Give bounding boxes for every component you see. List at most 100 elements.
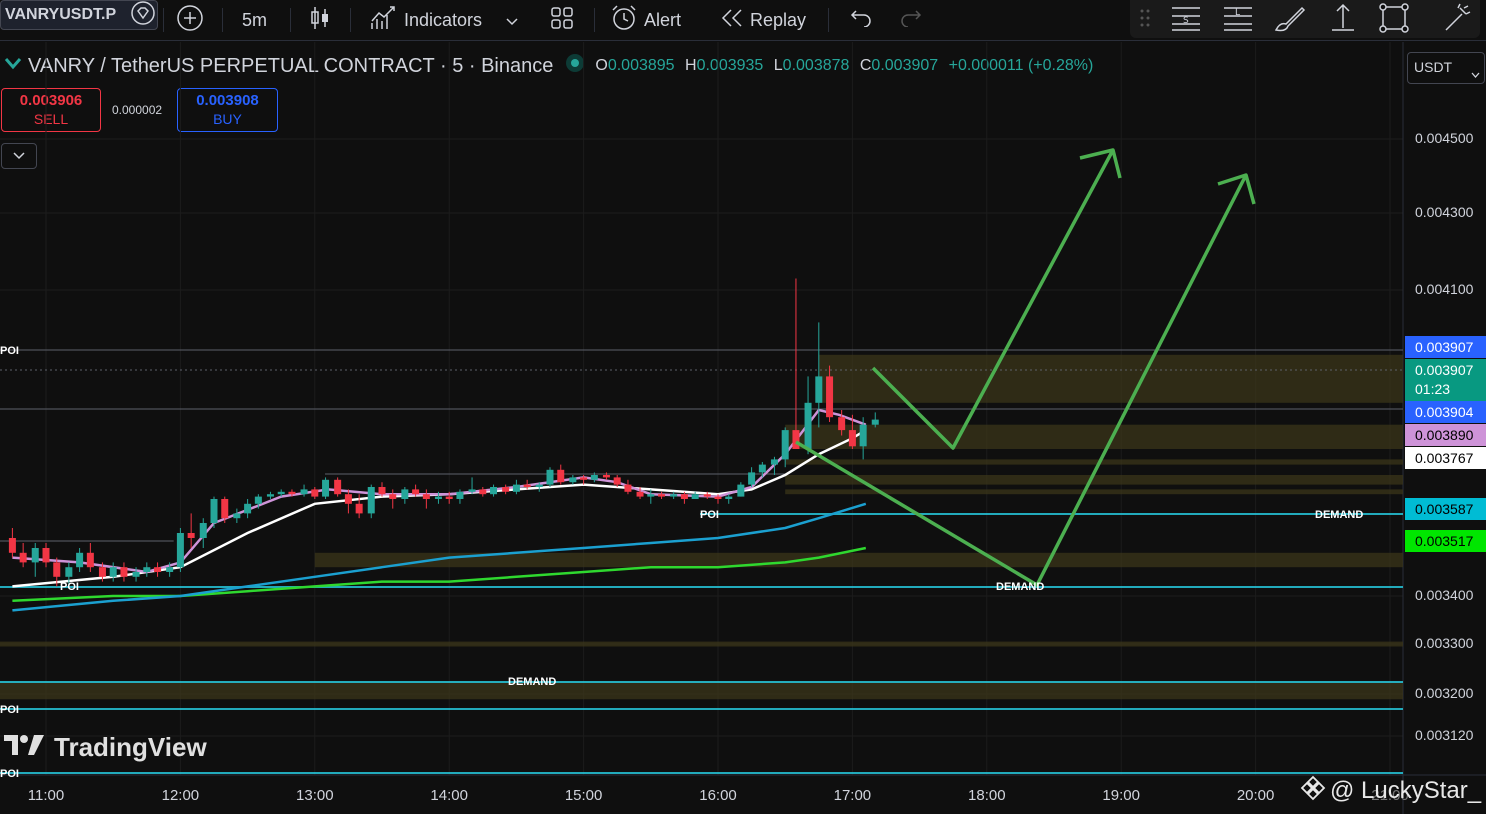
- chart-type-button[interactable]: [308, 0, 332, 40]
- candle-body: [703, 494, 711, 497]
- rectangle-icon[interactable]: [1378, 2, 1410, 39]
- candle-body: [479, 489, 487, 495]
- candle-body: [266, 494, 274, 497]
- projection-path-b: [795, 174, 1248, 587]
- arrowhead-b: [1217, 173, 1256, 205]
- ma-green-line: [12, 546, 867, 603]
- brush-icon[interactable]: [1274, 4, 1306, 37]
- author-signature: @ LuckyStar_: [1300, 775, 1481, 806]
- candle-body: [412, 489, 420, 495]
- price-tick-label: 0.004500: [1415, 130, 1474, 146]
- candle-body: [680, 494, 688, 499]
- currency-select[interactable]: USDT: [1407, 52, 1485, 84]
- zone-box: [818, 354, 1403, 403]
- buy-button[interactable]: 0.003908 BUY: [177, 88, 278, 132]
- rewind-icon: [720, 7, 744, 34]
- price-tick-label: 0.004100: [1415, 281, 1474, 297]
- ma-white-line: [12, 429, 867, 588]
- tradingview-watermark[interactable]: TradingView: [4, 732, 207, 763]
- sell-button[interactable]: 0.003906 SELL: [1, 88, 101, 132]
- indicators-button[interactable]: Indicators: [370, 0, 518, 40]
- candle-body: [300, 489, 308, 495]
- zone-box: [785, 459, 1403, 465]
- tradingview-logo-icon: [4, 733, 46, 762]
- zone-box: [785, 475, 1403, 485]
- chevron-down-icon: [1471, 65, 1480, 81]
- svg-text:L: L: [1235, 8, 1240, 18]
- interval-button[interactable]: 5m: [242, 0, 267, 40]
- undo-button[interactable]: [850, 0, 872, 40]
- candle-body: [120, 567, 128, 577]
- price-tag: 0.003767: [1405, 447, 1486, 469]
- alert-button[interactable]: Alert: [610, 0, 681, 40]
- candle-body: [748, 472, 756, 485]
- candle-body: [378, 487, 386, 495]
- anchor-line-icon[interactable]: [1328, 2, 1358, 39]
- candle-body: [288, 491, 296, 495]
- ma-pink-line: [12, 408, 867, 574]
- long-position-icon[interactable]: L: [1222, 4, 1254, 37]
- candles-icon: [308, 5, 332, 36]
- candle-body: [714, 496, 722, 499]
- candle-body: [569, 477, 577, 483]
- symbol-title[interactable]: VANRY / TetherUS PERPETUAL CONTRACT · 5 …: [28, 55, 553, 78]
- price-tag: 0.003517: [1405, 530, 1486, 552]
- candle-body: [176, 533, 184, 568]
- candle-body: [277, 491, 285, 495]
- symbol-search-box[interactable]: VANRYUSDT.P: [0, 0, 158, 30]
- collapse-legend-button[interactable]: [1, 143, 37, 169]
- candle-body: [871, 419, 879, 425]
- candle-body: [422, 494, 430, 499]
- candle-body: [210, 499, 218, 523]
- time-tick-label: 16:00: [699, 787, 737, 804]
- candle-body: [658, 494, 666, 497]
- replay-button[interactable]: Replay: [720, 0, 806, 40]
- chevron-down-icon: [13, 147, 25, 165]
- add-symbol-button[interactable]: [176, 0, 204, 40]
- time-tick-label: 11:00: [27, 787, 65, 804]
- replay-label: Replay: [750, 9, 807, 30]
- candle-body: [445, 496, 453, 499]
- annotation-label: DEMAND: [508, 676, 556, 688]
- magic-icon[interactable]: [1442, 2, 1472, 37]
- binance-logo-icon: [1300, 775, 1326, 806]
- candle-body: [557, 469, 565, 483]
- candle-body: [65, 567, 73, 577]
- candle-body: [804, 402, 812, 449]
- candle-body: [132, 572, 140, 577]
- zone-box: [785, 489, 1403, 495]
- drag-handle-icon[interactable]: [1140, 8, 1150, 33]
- candle-body: [76, 552, 84, 568]
- market-status-icon: [565, 53, 585, 79]
- candle-body: [838, 417, 846, 431]
- redo-button[interactable]: [900, 0, 922, 40]
- interval-label: 5m: [242, 9, 268, 30]
- price-tick-label: 0.003200: [1415, 685, 1474, 701]
- layout-button[interactable]: [550, 0, 574, 40]
- currency-label: USDT: [1414, 59, 1453, 75]
- candle-body: [221, 499, 229, 519]
- price-tag: 0.003904: [1405, 401, 1486, 423]
- candle-body: [826, 376, 834, 418]
- chevron-down-icon[interactable]: [506, 10, 518, 31]
- drawing-tools-bar: S L: [1130, 0, 1480, 38]
- undo-icon: [850, 9, 872, 32]
- candle-body: [86, 552, 94, 568]
- signature-text: @ LuckyStar_: [1330, 776, 1482, 804]
- candle-body: [770, 459, 778, 465]
- top-toolbar: VANRYUSDT.P 5m Indicators Alert Replay S…: [0, 0, 1486, 41]
- svg-text:S: S: [1183, 16, 1189, 26]
- diamond-icon[interactable]: [131, 0, 155, 30]
- exchange-logo-icon: [4, 54, 22, 78]
- candle-body: [434, 496, 442, 499]
- candle-body: [502, 487, 510, 492]
- time-tick-label: 18:00: [968, 787, 1006, 804]
- short-position-icon[interactable]: S: [1170, 4, 1202, 37]
- candle-body: [254, 496, 262, 504]
- zone-box: [314, 552, 1403, 568]
- arrowhead-a: [1079, 148, 1122, 179]
- candle-body: [154, 567, 162, 572]
- price-tick-label: 0.003120: [1415, 727, 1474, 743]
- price-tick-label: 0.003400: [1415, 587, 1474, 603]
- candle-body: [613, 477, 621, 485]
